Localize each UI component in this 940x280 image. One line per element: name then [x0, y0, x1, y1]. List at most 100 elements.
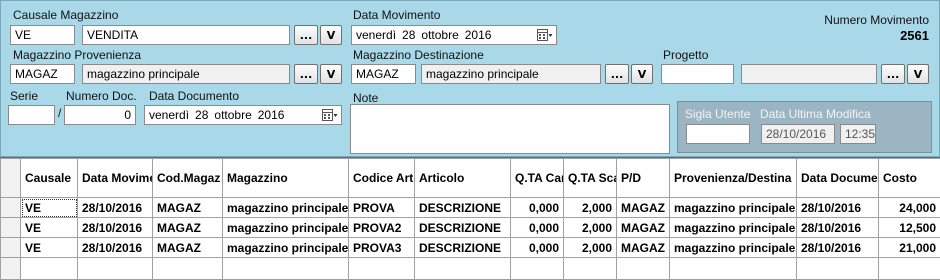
- cell-data-documento[interactable]: 28/10/2016: [797, 198, 879, 218]
- cell-qta-scar[interactable]: 2,000: [564, 198, 617, 218]
- col-pd[interactable]: P/D: [617, 159, 670, 198]
- causale-desc-field[interactable]: VENDITA: [82, 25, 290, 45]
- mag-prov-code-field[interactable]: MAGAZ: [10, 64, 75, 84]
- table-row[interactable]: VE 28/10/2016 MAGAZ magazzino principale…: [1, 198, 940, 218]
- cell-data-movimento[interactable]: 28/10/2016: [78, 218, 153, 238]
- cell-costo[interactable]: 21,000: [879, 238, 940, 258]
- cell-causale[interactable]: VE: [21, 198, 78, 218]
- col-data-documento[interactable]: Data Documento: [797, 159, 879, 198]
- cell-articolo[interactable]: DESCRIZIONE: [415, 198, 511, 218]
- ultima-modifica-label: Data Ultima Modifica: [760, 107, 871, 121]
- row-selector[interactable]: [1, 238, 21, 258]
- cell-qta-scar[interactable]: 2,000: [564, 218, 617, 238]
- cell-pd[interactable]: MAGAZ: [617, 238, 670, 258]
- causale-view-button[interactable]: V: [320, 25, 342, 45]
- new-row-cell[interactable]: [879, 258, 940, 280]
- cell-qta-car[interactable]: 0,000: [511, 218, 564, 238]
- calendar-dropdown-icon[interactable]: [322, 109, 338, 122]
- cell-qta-scar[interactable]: 2,000: [564, 238, 617, 258]
- progetto-label: Progetto: [663, 48, 708, 62]
- cell-pd[interactable]: MAGAZ: [617, 218, 670, 238]
- col-data-movimento[interactable]: Data Movimento: [78, 159, 153, 198]
- movimenti-grid[interactable]: Causale Data Movimento Cod.Magaz Magazzi…: [0, 157, 940, 279]
- serie-field[interactable]: [8, 105, 55, 125]
- ultima-modifica-time: 12:35: [840, 124, 876, 144]
- num-doc-field[interactable]: 0: [64, 105, 136, 125]
- table-row[interactable]: VE 28/10/2016 MAGAZ magazzino principale…: [1, 238, 940, 258]
- cell-articolo[interactable]: DESCRIZIONE: [415, 238, 511, 258]
- cell-cod-magaz[interactable]: MAGAZ: [153, 218, 223, 238]
- mag-dest-code-field[interactable]: MAGAZ: [351, 64, 416, 84]
- mag-prov-view-button[interactable]: V: [320, 64, 342, 84]
- col-causale[interactable]: Causale: [21, 159, 78, 198]
- new-row-cell[interactable]: [670, 258, 797, 280]
- audit-groupbox: Sigla Utente Data Ultima Modifica 28/10/…: [677, 101, 932, 153]
- cell-costo[interactable]: 12,500: [879, 218, 940, 238]
- new-row-cell[interactable]: [78, 258, 153, 280]
- col-articolo[interactable]: Articolo: [415, 159, 511, 198]
- dm-month: ottobre: [421, 28, 458, 42]
- col-cod-magaz[interactable]: Cod.Magaz: [153, 159, 223, 198]
- cell-codice-articolo[interactable]: PROVA2: [349, 218, 415, 238]
- cell-codice-articolo[interactable]: PROVA3: [349, 238, 415, 258]
- cell-data-documento[interactable]: 28/10/2016: [797, 218, 879, 238]
- cell-codice-articolo[interactable]: PROVA: [349, 198, 415, 218]
- new-row-cell[interactable]: [797, 258, 879, 280]
- cell-qta-car[interactable]: 0,000: [511, 238, 564, 258]
- data-movimento-picker[interactable]: venerdì 28 ottobre 2016: [351, 25, 557, 45]
- row-selector[interactable]: [1, 198, 21, 218]
- cell-articolo[interactable]: DESCRIZIONE: [415, 218, 511, 238]
- dm-day: 28: [402, 28, 415, 42]
- col-qta-scar[interactable]: Q.TA Scar.: [564, 159, 617, 198]
- new-row-cell[interactable]: [21, 258, 78, 280]
- cell-cod-magaz[interactable]: MAGAZ: [153, 198, 223, 218]
- new-row-cell[interactable]: [153, 258, 223, 280]
- progetto-view-button[interactable]: V: [907, 64, 929, 84]
- cell-magazzino[interactable]: magazzino principale: [223, 198, 349, 218]
- col-qta-car[interactable]: Q.TA Car.: [511, 159, 564, 198]
- cell-data-documento[interactable]: 28/10/2016: [797, 238, 879, 258]
- cell-magazzino[interactable]: magazzino principale: [223, 238, 349, 258]
- new-row-cell[interactable]: [617, 258, 670, 280]
- new-row[interactable]: [1, 258, 940, 280]
- col-provenienza-destinazione[interactable]: Provenienza/Destina: [670, 159, 797, 198]
- col-costo[interactable]: Costo: [879, 159, 940, 198]
- calendar-dropdown-icon[interactable]: [537, 29, 553, 42]
- progetto-code-field[interactable]: [661, 64, 734, 84]
- col-codice-articolo[interactable]: Codice Articolo: [349, 159, 415, 198]
- new-row-cell[interactable]: [223, 258, 349, 280]
- cell-provenienza-destinazione[interactable]: magazzino principale: [670, 238, 797, 258]
- data-movimento-label: Data Movimento: [353, 8, 440, 22]
- row-selector[interactable]: [1, 218, 21, 238]
- note-textarea[interactable]: [350, 104, 670, 154]
- row-selector[interactable]: [1, 258, 21, 280]
- cell-pd[interactable]: MAGAZ: [617, 198, 670, 218]
- table-row[interactable]: VE 28/10/2016 MAGAZ magazzino principale…: [1, 218, 940, 238]
- mag-dest-view-button[interactable]: V: [631, 64, 653, 84]
- dd-month: ottobre: [214, 108, 251, 122]
- cell-costo[interactable]: 24,000: [879, 198, 940, 218]
- sigla-utente-field[interactable]: [686, 124, 750, 144]
- cell-magazzino[interactable]: magazzino principale: [223, 218, 349, 238]
- cell-provenienza-destinazione[interactable]: magazzino principale: [670, 198, 797, 218]
- causale-browse-button[interactable]: ...: [294, 25, 318, 45]
- new-row-cell[interactable]: [511, 258, 564, 280]
- progetto-browse-button[interactable]: ...: [881, 64, 905, 84]
- new-row-cell[interactable]: [349, 258, 415, 280]
- causale-code-field[interactable]: VE: [10, 25, 75, 45]
- mag-dest-browse-button[interactable]: ...: [605, 64, 629, 84]
- col-magazzino[interactable]: Magazzino: [223, 159, 349, 198]
- new-row-cell[interactable]: [564, 258, 617, 280]
- cell-cod-magaz[interactable]: MAGAZ: [153, 238, 223, 258]
- cell-qta-car[interactable]: 0,000: [511, 198, 564, 218]
- cell-data-movimento[interactable]: 28/10/2016: [78, 238, 153, 258]
- cell-causale[interactable]: VE: [21, 218, 78, 238]
- mag-prov-label: Magazzino Provenienza: [13, 48, 141, 62]
- cell-causale[interactable]: VE: [21, 238, 78, 258]
- cell-provenienza-destinazione[interactable]: magazzino principale: [670, 218, 797, 238]
- cell-data-movimento[interactable]: 28/10/2016: [78, 198, 153, 218]
- new-row-cell[interactable]: [415, 258, 511, 280]
- data-documento-picker[interactable]: venerdì 28 ottobre 2016: [144, 105, 342, 125]
- progetto-desc-field: [741, 64, 877, 84]
- mag-prov-browse-button[interactable]: ...: [294, 64, 318, 84]
